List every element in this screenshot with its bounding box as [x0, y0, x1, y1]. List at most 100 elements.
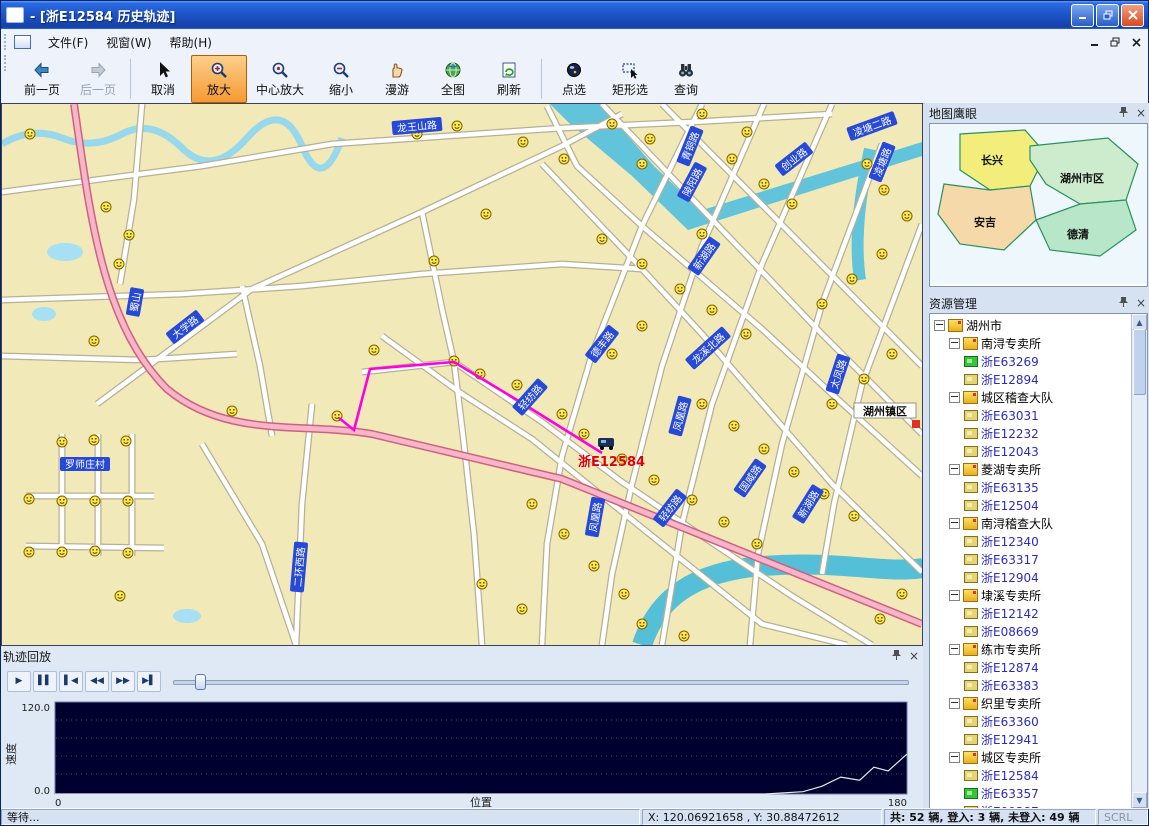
- toolbar-button-zoom-out[interactable]: 缩小: [313, 55, 369, 103]
- expand-toggle[interactable]: [949, 698, 960, 709]
- smiley-vehicle-marker[interactable]: [518, 137, 528, 147]
- tree-item[interactable]: 浙E63135: [930, 478, 1131, 496]
- tree-item[interactable]: 浙E12232: [930, 424, 1131, 442]
- smiley-vehicle-marker[interactable]: [597, 234, 607, 244]
- smiley-vehicle-marker[interactable]: [559, 154, 569, 164]
- toolbar-button-zoom-center[interactable]: 中心放大: [247, 55, 313, 103]
- pause-button[interactable]: ▌▌: [33, 671, 57, 692]
- tree-item[interactable]: 浙E12504: [930, 496, 1131, 514]
- smiley-vehicle-marker[interactable]: [787, 199, 797, 209]
- smiley-vehicle-marker[interactable]: [90, 496, 100, 506]
- tree-item[interactable]: 练市专卖所: [930, 640, 1131, 658]
- step-start-button[interactable]: ▌◀: [59, 671, 83, 692]
- smiley-vehicle-marker[interactable]: [847, 274, 857, 284]
- smiley-vehicle-marker[interactable]: [57, 547, 67, 557]
- smiley-vehicle-marker[interactable]: [637, 259, 647, 269]
- scroll-thumb[interactable]: [1133, 329, 1146, 395]
- expand-toggle[interactable]: [949, 752, 960, 763]
- smiley-vehicle-marker[interactable]: [675, 284, 685, 294]
- restore-button[interactable]: [1096, 4, 1119, 27]
- smiley-vehicle-marker[interactable]: [877, 249, 887, 259]
- smiley-vehicle-marker[interactable]: [369, 345, 379, 355]
- smiley-vehicle-marker[interactable]: [902, 211, 912, 221]
- scroll-down-button[interactable]: ▼: [1132, 792, 1147, 808]
- expand-toggle[interactable]: [949, 518, 960, 529]
- expand-toggle[interactable]: [949, 464, 960, 475]
- smiley-vehicle-marker[interactable]: [607, 119, 617, 129]
- smiley-vehicle-marker[interactable]: [429, 256, 439, 266]
- menu-file[interactable]: 文件(F): [39, 31, 97, 54]
- expand-toggle[interactable]: [934, 320, 945, 331]
- smiley-vehicle-marker[interactable]: [607, 349, 617, 359]
- slider-thumb[interactable]: [195, 674, 206, 690]
- toolbar-button-full-extent[interactable]: 全图: [425, 55, 481, 103]
- smiley-vehicle-marker[interactable]: [637, 619, 647, 629]
- smiley-vehicle-marker[interactable]: [645, 134, 655, 144]
- tree-scrollbar[interactable]: ▲ ▼: [1131, 314, 1147, 808]
- smiley-vehicle-marker[interactable]: [637, 159, 647, 169]
- tree-item[interactable]: 浙E63269: [930, 352, 1131, 370]
- toolbar-button-point-select[interactable]: 点选: [546, 55, 602, 103]
- smiley-vehicle-marker[interactable]: [121, 436, 131, 446]
- smiley-vehicle-marker[interactable]: [24, 494, 34, 504]
- mdi-restore-button[interactable]: [1106, 34, 1124, 50]
- smiley-vehicle-marker[interactable]: [707, 305, 717, 315]
- smiley-vehicle-marker[interactable]: [452, 121, 462, 131]
- smiley-vehicle-marker[interactable]: [637, 321, 647, 331]
- expand-toggle[interactable]: [949, 644, 960, 655]
- tree-item[interactable]: 浙E12142: [930, 604, 1131, 622]
- position-slider[interactable]: [173, 672, 909, 690]
- smiley-vehicle-marker[interactable]: [227, 406, 237, 416]
- rewind-button[interactable]: ◀◀: [85, 671, 109, 692]
- tree-item[interactable]: 浙E63031: [930, 406, 1131, 424]
- smiley-vehicle-marker[interactable]: [759, 444, 769, 454]
- smiley-vehicle-marker[interactable]: [752, 539, 762, 549]
- smiley-vehicle-marker[interactable]: [517, 604, 527, 614]
- smiley-vehicle-marker[interactable]: [887, 349, 897, 359]
- smiley-vehicle-marker[interactable]: [589, 561, 599, 571]
- smiley-vehicle-marker[interactable]: [114, 259, 124, 269]
- tree-item[interactable]: 浙E08669: [930, 622, 1131, 640]
- tree-item[interactable]: 城区稽查大队: [930, 388, 1131, 406]
- pin-icon[interactable]: [889, 649, 903, 663]
- map-canvas[interactable]: 龙王山路青铜路凌塘二路创业路凌塘路陵阳路新湖路大学路德丰路龙溪北路轻纺路太凤路凤…: [2, 104, 922, 645]
- smiley-vehicle-marker[interactable]: [619, 589, 629, 599]
- mdi-minimize-button[interactable]: [1085, 34, 1103, 50]
- smiley-vehicle-marker[interactable]: [827, 399, 837, 409]
- pin-icon[interactable]: [1116, 106, 1130, 120]
- smiley-vehicle-marker[interactable]: [579, 429, 589, 439]
- expand-toggle[interactable]: [949, 392, 960, 403]
- tree-item[interactable]: 浙E63317: [930, 550, 1131, 568]
- smiley-vehicle-marker[interactable]: [719, 517, 729, 527]
- mdi-close-button[interactable]: [1127, 34, 1145, 50]
- tree-item[interactable]: 浙E63360: [930, 712, 1131, 730]
- smiley-vehicle-marker[interactable]: [789, 467, 799, 477]
- smiley-vehicle-marker[interactable]: [24, 547, 34, 557]
- step-end-button[interactable]: ▶▌: [137, 671, 161, 692]
- smiley-vehicle-marker[interactable]: [25, 129, 35, 139]
- tree-item[interactable]: 浙E12874: [930, 658, 1131, 676]
- close-icon[interactable]: ×: [1134, 106, 1148, 120]
- smiley-vehicle-marker[interactable]: [697, 229, 707, 239]
- smiley-vehicle-marker[interactable]: [512, 380, 522, 390]
- smiley-vehicle-marker[interactable]: [729, 421, 739, 431]
- smiley-vehicle-marker[interactable]: [727, 154, 737, 164]
- play-button[interactable]: ▶: [7, 671, 31, 692]
- minimize-button[interactable]: [1071, 4, 1094, 27]
- expand-toggle[interactable]: [949, 590, 960, 601]
- smiley-vehicle-marker[interactable]: [477, 579, 487, 589]
- toolbar-button-rect-select[interactable]: 矩形选: [602, 55, 658, 103]
- tree-item[interactable]: 埭溪专卖所: [930, 586, 1131, 604]
- smiley-vehicle-marker[interactable]: [862, 159, 872, 169]
- smiley-vehicle-marker[interactable]: [897, 589, 907, 599]
- smiley-vehicle-marker[interactable]: [101, 202, 111, 212]
- smiley-vehicle-marker[interactable]: [697, 109, 707, 119]
- map-view[interactable]: 龙王山路青铜路凌塘二路创业路凌塘路陵阳路新湖路大学路德丰路龙溪北路轻纺路太凤路凤…: [1, 103, 923, 646]
- slider-track[interactable]: [173, 680, 909, 685]
- smiley-vehicle-marker[interactable]: [849, 511, 859, 521]
- smiley-vehicle-marker[interactable]: [559, 529, 569, 539]
- close-button[interactable]: [1121, 4, 1144, 27]
- tree-item[interactable]: 南浔专卖所: [930, 334, 1131, 352]
- smiley-vehicle-marker[interactable]: [481, 209, 491, 219]
- smiley-vehicle-marker[interactable]: [649, 475, 659, 485]
